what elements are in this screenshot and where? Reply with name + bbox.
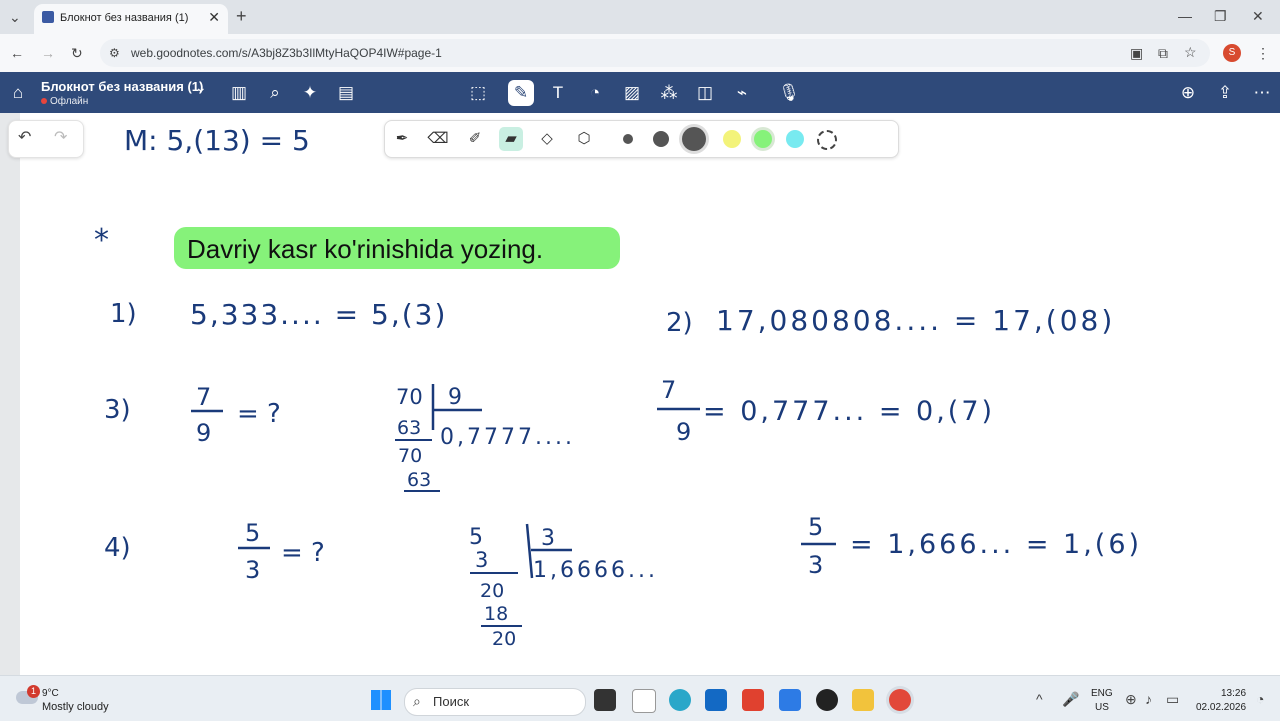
search-glass-icon: ⌕ [413,693,421,709]
tray-overflow-icon[interactable]: ^ [1036,692,1043,706]
search-label: Поиск [433,694,470,709]
hw-p4-ans-den: 3 [808,551,823,579]
hw-p4-ans-num: 5 [808,513,823,541]
thickness-small[interactable] [623,134,633,144]
hw-problem2-number: 2) [666,308,693,338]
hw-problem3-number: 3) [104,395,131,425]
edge-browser-icon[interactable] [669,689,691,711]
weather-badge: 1 [27,685,40,698]
hw-p3-div-rem1: 70 [398,445,422,467]
thickness-medium[interactable] [653,131,669,147]
hw-p3-ans-den: 9 [676,418,691,446]
undo-redo-panel: ↶ ↷ [8,120,84,158]
weather-condition[interactable]: Mostly cloudy [42,701,109,713]
hw-p3-div-sub2: 63 [407,469,431,491]
language-indicator[interactable]: ENG [1091,688,1113,699]
add-color-icon[interactable] [817,130,837,150]
chrome-icon[interactable] [889,689,911,711]
instruction-highlight: Davriy kasr ko'rinishida yozing. [174,227,620,269]
hw-p3-div-quotient: 0,7777.... [440,425,575,450]
brush-pen-icon[interactable]: ✐ [463,127,487,151]
undo-icon[interactable]: ↶ [18,130,31,146]
hw-p4-div-dividend: 5 [469,525,483,550]
highlighter-icon[interactable]: ▰ [499,127,523,151]
hw-p4-answer: = 1,666... = 1,(6) [850,529,1142,560]
clock-time[interactable]: 13:26 [1221,688,1246,699]
notifications-icon[interactable]: ◔ [1256,692,1264,706]
store-icon[interactable] [779,689,801,711]
pen-subtoolbar: ✒ ⌫ ✐ ▰ ◇ ⬡ [384,120,899,158]
color-yellow[interactable] [723,130,741,148]
hw-p3-answer: = 0,777... = 0,(7) [703,396,995,427]
hw-problem1-number: 1) [110,299,137,329]
hw-p3-div-sub1: 63 [397,417,421,439]
volume-icon[interactable]: ♪ [1145,692,1152,706]
redo-icon[interactable]: ↷ [54,130,67,146]
hw-problem1: 5,333.... = 5,(3) [190,298,447,331]
hw-problem2: 17,080808.... = 17,(08) [716,304,1115,337]
hw-star: * [94,223,109,258]
hw-p4-div-rem2: 20 [492,628,516,650]
file-explorer-icon[interactable] [852,689,874,711]
wps-office-icon[interactable] [742,689,764,711]
hw-p3-frac-den: 9 [196,419,211,447]
hw-p4-div-rem1: 20 [480,580,504,602]
shape-tool-icon[interactable]: ◇ [535,127,559,151]
thickness-large[interactable] [682,127,706,151]
hw-p4-div-sub1: 3 [475,548,488,572]
outlook-icon[interactable] [705,689,727,711]
color-cyan[interactable] [786,130,804,148]
hw-problem4-number: 4) [104,533,131,563]
instruction-text: Davriy kasr ko'rinishida yozing. [187,234,544,264]
eraser-icon[interactable]: ⌫ [426,127,450,151]
hw-p4-div-divisor: 3 [541,526,555,551]
keyboard-layout[interactable]: US [1095,702,1109,713]
windows-taskbar: 1 9°C Mostly cloudy ⌕ Поиск ^ 🎤 ENG US ⊕… [0,675,1280,721]
hw-top-line: M: 5,(13) = 5 [124,124,310,157]
fountain-pen-icon[interactable]: ✒ [390,127,414,151]
color-green[interactable] [754,130,772,148]
hw-p4-frac-den: 3 [245,556,260,584]
hw-p4-div-sub2: 18 [484,603,508,625]
hw-p4-question: = ? [281,538,325,568]
clock-date[interactable]: 02.02.2026 [1196,702,1246,713]
hw-p3-div-divisor: 9 [448,385,462,410]
app-ink-icon[interactable] [632,689,656,713]
hw-p4-div-quotient: 1,6666... [533,558,658,583]
hw-p3-ans-num: 7 [661,376,676,404]
handwriting-layer: M: 5,(13) = 5 * 1) 5,333.... = 5,(3) 2) … [94,124,1142,650]
hw-p4-frac-num: 5 [245,519,260,547]
lasso-select-icon[interactable]: ⬡ [572,127,596,151]
task-view-icon[interactable] [594,689,616,711]
hw-p3-div-dividend: 70 [396,385,423,409]
windows-start-icon[interactable] [371,690,391,710]
hw-p3-question: = ? [237,399,281,429]
network-icon[interactable]: ⊕ [1125,692,1137,706]
recorder-app-icon[interactable] [816,689,838,711]
battery-icon[interactable]: ▭ [1166,692,1179,706]
microphone-icon[interactable]: 🎤 [1062,692,1079,706]
hw-p3-frac-num: 7 [196,383,211,411]
taskbar-search[interactable]: ⌕ Поиск [404,688,586,716]
temperature[interactable]: 9°C [42,688,59,699]
